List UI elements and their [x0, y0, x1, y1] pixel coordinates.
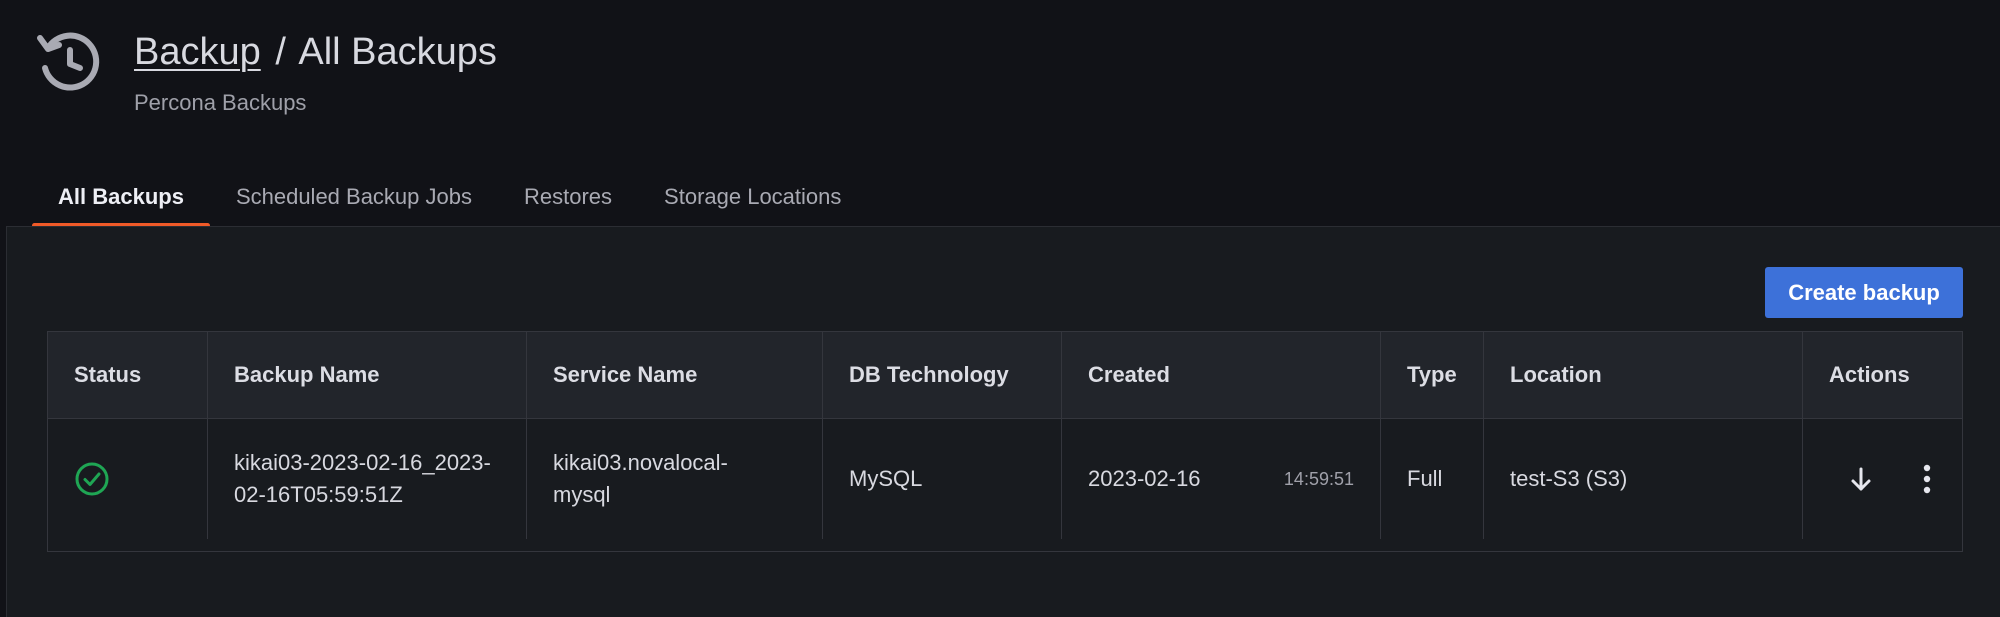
column-header-actions: Actions — [1829, 362, 1910, 387]
create-backup-button[interactable]: Create backup — [1765, 267, 1963, 318]
tab-storage-locations[interactable]: Storage Locations — [638, 178, 867, 228]
tab-restores[interactable]: Restores — [498, 178, 638, 228]
column-header-backup-name: Backup Name — [208, 332, 527, 418]
column-header-service-name: Service Name — [527, 332, 823, 418]
breadcrumb-current: All Backups — [298, 31, 497, 73]
tab-scheduled-backup-jobs[interactable]: Scheduled Backup Jobs — [210, 178, 498, 228]
db-technology-cell: MySQL — [823, 419, 1062, 539]
breadcrumb-backup-link[interactable]: Backup — [134, 31, 261, 73]
history-icon — [36, 28, 104, 96]
type-cell: Full — [1381, 419, 1484, 539]
arrow-down-icon[interactable] — [1847, 461, 1875, 497]
backups-table: Status Backup Name Service Name DB Techn… — [47, 331, 1963, 552]
status-cell — [48, 419, 208, 539]
backup-name-line-1: kikai03-2023-02-16_2023- — [234, 450, 491, 475]
created-cell: 2023-02-16 14:59:51 — [1062, 419, 1381, 539]
page-title: Backup / All Backups — [134, 26, 497, 78]
tab-all-backups[interactable]: All Backups — [32, 178, 210, 228]
tab-bar: All Backups Scheduled Backup Jobs Restor… — [32, 178, 867, 228]
backup-name-cell: kikai03-2023-02-16_2023- 02-16T05:59:51Z — [208, 419, 527, 539]
table-row[interactable]: kikai03-2023-02-16_2023- 02-16T05:59:51Z… — [48, 419, 1962, 551]
backup-name-line-2: 02-16T05:59:51Z — [234, 482, 403, 507]
created-date: 2023-02-16 — [1088, 466, 1201, 491]
breadcrumb-separator: / — [275, 31, 286, 73]
content-panel: Create backup Status Backup Name Service… — [6, 226, 2000, 617]
page: Backup / All Backups Percona Backups All… — [0, 0, 2000, 617]
column-header-created: Created — [1062, 332, 1381, 418]
created-time: 14:59:51 — [1283, 469, 1354, 489]
table-header: Status Backup Name Service Name DB Techn… — [48, 332, 1962, 419]
column-header-status: Status — [48, 332, 208, 418]
page-subtitle: Percona Backups — [134, 90, 307, 115]
column-header-location: Location — [1484, 332, 1803, 418]
check-circle-icon — [74, 461, 110, 497]
actions-cell — [1803, 419, 1962, 539]
column-header-type: Type — [1381, 332, 1484, 418]
service-name-cell: kikai03.novalocal- mysql — [527, 419, 823, 539]
page-header: Backup / All Backups Percona Backups — [0, 0, 2000, 160]
service-name-line-1: kikai03.novalocal- — [553, 450, 728, 475]
location-cell: test-S3 (S3) — [1484, 419, 1803, 539]
more-vertical-icon[interactable] — [1913, 461, 1941, 497]
service-name-line-2: mysql — [553, 482, 611, 507]
column-header-db-technology: DB Technology — [823, 332, 1062, 418]
